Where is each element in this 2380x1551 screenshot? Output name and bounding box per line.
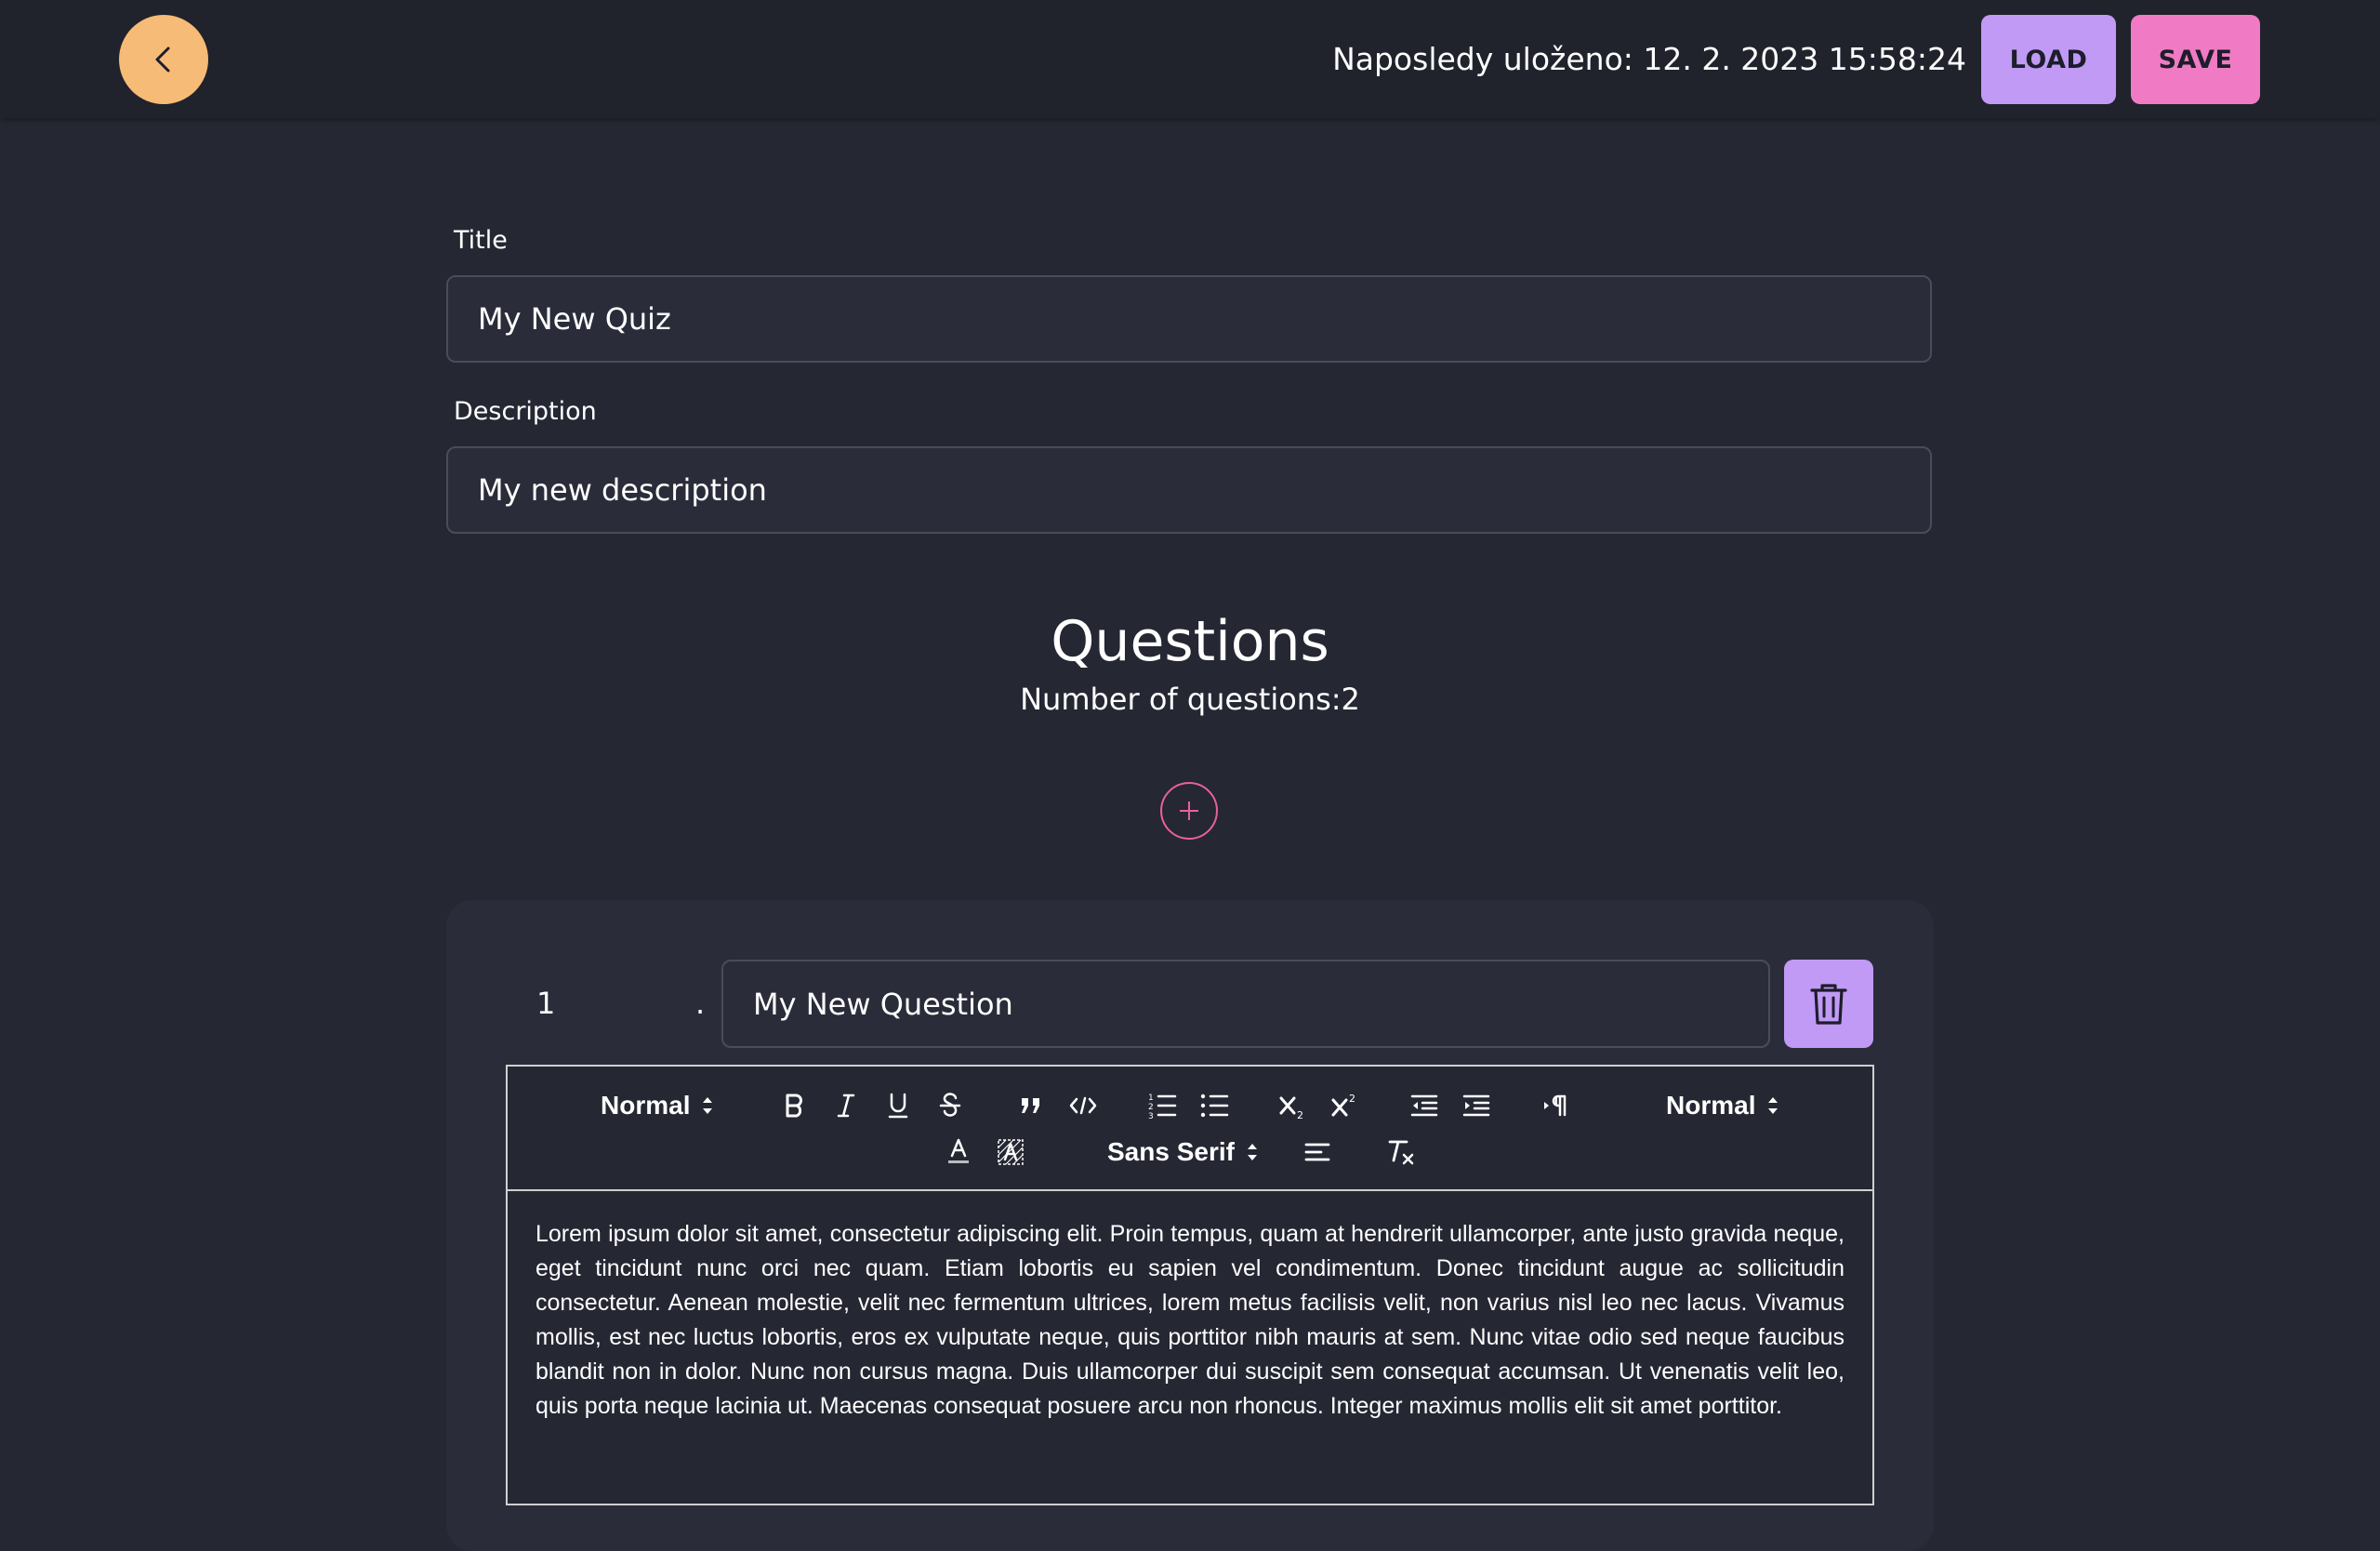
svg-text:1: 1 bbox=[1148, 1094, 1154, 1103]
blockquote-icon[interactable] bbox=[1014, 1085, 1048, 1126]
question-number: 1 bbox=[536, 986, 556, 1021]
underline-icon[interactable] bbox=[881, 1085, 915, 1126]
delete-question-button[interactable] bbox=[1784, 960, 1873, 1048]
description-input[interactable] bbox=[446, 446, 1932, 534]
svg-text:2: 2 bbox=[1297, 1109, 1303, 1120]
background-color-icon[interactable] bbox=[994, 1132, 1027, 1173]
superscript-icon[interactable]: 2 bbox=[1329, 1085, 1362, 1126]
size-select[interactable]: Normal bbox=[1666, 1085, 1779, 1126]
header-format-value: Normal bbox=[601, 1091, 691, 1120]
align-left-icon[interactable] bbox=[1301, 1132, 1334, 1173]
description-label: Description bbox=[454, 397, 597, 426]
select-arrows-icon bbox=[703, 1097, 713, 1114]
clear-format-icon[interactable] bbox=[1383, 1132, 1417, 1173]
save-button[interactable]: SAVE bbox=[2131, 15, 2260, 104]
font-value: Sans Serif bbox=[1107, 1137, 1235, 1166]
editor-toolbar: Normal 123 2 2 Normal Sans Serif bbox=[506, 1065, 1874, 1189]
add-question-button[interactable] bbox=[1160, 782, 1218, 840]
indent-icon[interactable] bbox=[1460, 1085, 1493, 1126]
size-value: Normal bbox=[1666, 1091, 1756, 1120]
chevron-left-icon bbox=[155, 46, 170, 73]
ordered-list-icon[interactable]: 123 bbox=[1145, 1085, 1179, 1126]
outdent-icon[interactable] bbox=[1408, 1085, 1441, 1126]
plus-icon bbox=[1180, 802, 1198, 820]
code-block-icon[interactable] bbox=[1066, 1085, 1100, 1126]
title-input[interactable] bbox=[446, 275, 1932, 363]
question-body-text: Lorem ipsum dolor sit amet, consectetur … bbox=[536, 1221, 1844, 1419]
questions-count: Number of questions:2 bbox=[1020, 682, 1360, 717]
title-label: Title bbox=[454, 226, 508, 255]
back-button[interactable] bbox=[119, 15, 208, 104]
last-saved-text: Naposledy uloženo: 12. 2. 2023 15:58:24 bbox=[1332, 41, 1966, 77]
rtl-direction-icon[interactable] bbox=[1540, 1085, 1573, 1126]
bold-icon[interactable] bbox=[777, 1085, 811, 1126]
text-color-icon[interactable] bbox=[942, 1132, 975, 1173]
subscript-icon[interactable]: 2 bbox=[1276, 1085, 1310, 1126]
select-arrows-icon bbox=[1247, 1144, 1257, 1160]
questions-heading: Questions bbox=[1051, 609, 1329, 674]
svg-text:2: 2 bbox=[1349, 1093, 1355, 1105]
bullet-list-icon[interactable] bbox=[1197, 1085, 1231, 1126]
question-number-separator: . bbox=[695, 986, 706, 1021]
svg-text:3: 3 bbox=[1148, 1112, 1154, 1120]
load-button[interactable]: LOAD bbox=[1981, 15, 2116, 104]
strike-icon[interactable] bbox=[933, 1085, 967, 1126]
svg-text:2: 2 bbox=[1148, 1103, 1154, 1112]
select-arrows-icon bbox=[1768, 1097, 1778, 1114]
trash-icon bbox=[1810, 983, 1847, 1025]
question-body-editor[interactable]: Lorem ipsum dolor sit amet, consectetur … bbox=[506, 1189, 1874, 1505]
italic-icon[interactable] bbox=[829, 1085, 863, 1126]
top-bar: Naposledy uloženo: 12. 2. 2023 15:58:24 … bbox=[0, 0, 2380, 118]
question-title-input[interactable] bbox=[721, 960, 1770, 1048]
header-format-select[interactable]: Normal bbox=[601, 1085, 714, 1126]
font-select[interactable]: Sans Serif bbox=[1107, 1132, 1259, 1173]
